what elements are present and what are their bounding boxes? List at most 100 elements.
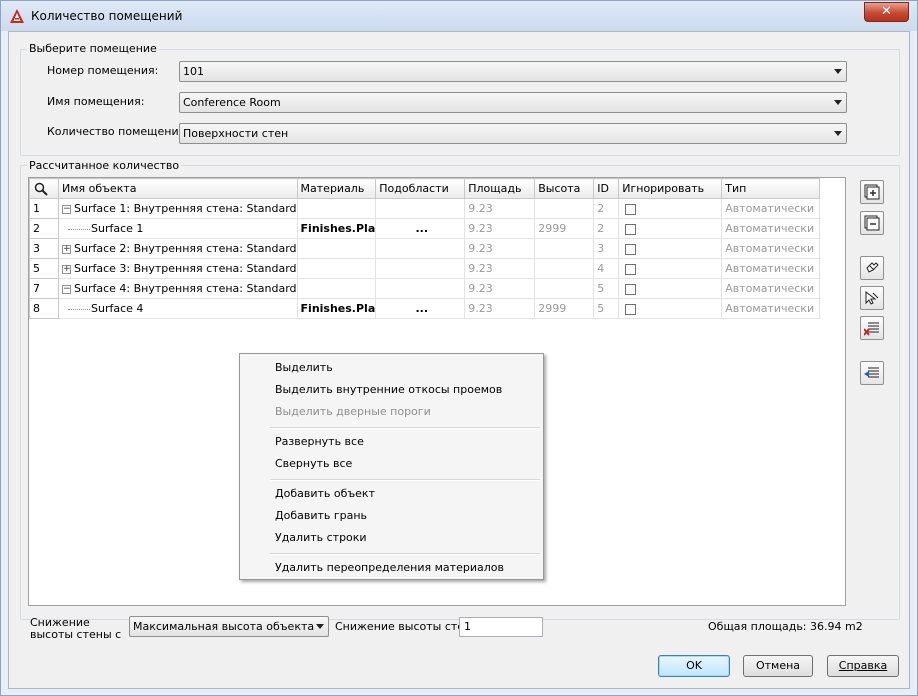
delete-rows-button[interactable] <box>860 316 884 340</box>
reduction-input[interactable]: 1 <box>459 617 543 637</box>
id-cell[interactable]: 5 <box>593 298 620 319</box>
room-number-combo[interactable]: 101 <box>179 61 847 82</box>
type-cell[interactable]: Автоматически <box>721 298 821 319</box>
remove-room-button[interactable] <box>860 211 884 235</box>
area-cell[interactable]: 9.23 <box>464 298 536 319</box>
col-header-area[interactable]: Площадь <box>464 178 536 199</box>
add-room-button[interactable] <box>860 180 884 204</box>
row-number[interactable]: 2 <box>29 218 59 239</box>
height-cell[interactable] <box>534 258 595 279</box>
col-header-subareas[interactable]: Подобласти <box>375 178 466 199</box>
menu-item-select-thresholds[interactable]: Выделить дверные пороги <box>275 405 431 418</box>
select-room-legend: Выберите помещение <box>27 42 159 55</box>
collapse-icon[interactable]: − <box>62 204 71 214</box>
wall-reduction-combo[interactable]: Максимальная высота объекта <box>129 616 329 637</box>
type-cell[interactable]: Автоматически <box>721 218 821 239</box>
area-cell[interactable]: 9.23 <box>464 218 536 239</box>
row-number[interactable]: 8 <box>29 298 59 319</box>
subareas-cell[interactable]: ... <box>375 218 466 239</box>
area-cell[interactable]: 9.23 <box>464 198 536 219</box>
material-cell[interactable] <box>296 198 377 219</box>
col-header-ignore[interactable]: Игнорировать <box>618 178 723 199</box>
ignore-checkbox[interactable] <box>625 243 637 255</box>
col-header-height[interactable]: Высота <box>534 178 595 199</box>
menu-item-select-jambs[interactable]: Выделить внутренние откосы проемов <box>275 383 502 396</box>
object-name-cell[interactable]: − Surface 4: Внутренняя стена: Standard <box>58 278 298 299</box>
menu-item-remove-material-overrides[interactable]: Удалить переопределения материалов <box>275 561 504 574</box>
area-cell[interactable]: 9.23 <box>464 258 536 279</box>
height-cell[interactable] <box>534 198 595 219</box>
subareas-cell[interactable] <box>375 238 466 259</box>
id-cell[interactable]: 2 <box>593 198 620 219</box>
table-row[interactable]: 8 Surface 4 Finishes.Pla... 9.23 2999 5 Автома… <box>29 298 821 319</box>
subareas-cell[interactable]: ... <box>375 298 466 319</box>
type-cell[interactable]: Автоматически <box>721 258 821 279</box>
room-qty-combo[interactable]: Поверхности стен <box>179 123 847 144</box>
material-cell[interactable] <box>296 278 377 299</box>
ignore-checkbox[interactable] <box>625 203 637 215</box>
menu-item-expand-all[interactable]: Развернуть все <box>275 435 364 448</box>
table-row[interactable]: 1− Surface 1: Внутренняя стена: Standard 9… <box>29 198 821 219</box>
subareas-cell[interactable] <box>375 278 466 299</box>
area-cell[interactable]: 9.23 <box>464 238 536 259</box>
expand-icon[interactable]: + <box>62 264 71 274</box>
menu-item-collapse-all[interactable]: Свернуть все <box>275 457 352 470</box>
object-name-cell[interactable]: − Surface 1: Внутренняя стена: Standard <box>58 198 298 219</box>
subareas-cell[interactable] <box>375 258 466 279</box>
import-list-button[interactable] <box>860 361 884 385</box>
col-header-object-name[interactable]: Имя объекта <box>58 178 298 199</box>
menu-item-add-object[interactable]: Добавить объект <box>275 487 375 500</box>
material-cell[interactable]: Finishes.Pla <box>296 298 377 319</box>
room-name-combo[interactable]: Conference Room <box>179 92 847 113</box>
table-header-row: Имя объекта Материаль Подобласти Площадь… <box>29 178 821 199</box>
material-cell[interactable] <box>296 238 377 259</box>
type-cell[interactable]: Автоматически <box>721 198 821 219</box>
object-name-cell[interactable]: Surface 4 <box>58 298 298 319</box>
row-number[interactable]: 1 <box>29 198 59 219</box>
menu-item-select[interactable]: Выделить <box>275 361 333 374</box>
type-cell[interactable]: Автоматически <box>721 238 821 259</box>
cancel-button[interactable]: Отмена <box>743 655 813 677</box>
table-row[interactable]: 2 Surface 1 Finishes.Pla... 9.23 2999 2 Автома… <box>29 218 821 239</box>
title-bar[interactable]: Количество помещений ✕ <box>1 1 917 31</box>
ignore-checkbox[interactable] <box>625 263 637 275</box>
pick-object-button[interactable] <box>860 286 884 310</box>
object-name-cell[interactable]: Surface 1 <box>58 218 298 239</box>
id-cell[interactable]: 3 <box>593 238 620 259</box>
id-cell[interactable]: 2 <box>593 218 620 239</box>
grid-search-header[interactable] <box>29 178 59 199</box>
expand-icon[interactable]: + <box>62 244 71 254</box>
object-name-cell[interactable]: + Surface 2: Внутренняя стена: Standard <box>58 238 298 259</box>
height-cell[interactable] <box>534 238 595 259</box>
row-number[interactable]: 5 <box>29 258 59 279</box>
object-name-cell[interactable]: + Surface 3: Внутренняя стена: Standard <box>58 258 298 279</box>
col-header-type[interactable]: Тип <box>721 178 821 199</box>
row-number[interactable]: 3 <box>29 238 59 259</box>
ok-button[interactable]: OK <box>658 655 730 677</box>
subareas-cell[interactable] <box>375 198 466 219</box>
type-cell[interactable]: Автоматически <box>721 278 821 299</box>
col-header-id[interactable]: ID <box>593 178 620 199</box>
col-header-material[interactable]: Материаль <box>296 178 377 199</box>
table-row[interactable]: 5 + Surface 3: Внутренняя стена: Standard 9… <box>29 258 821 279</box>
height-cell[interactable] <box>534 278 595 299</box>
id-cell[interactable]: 5 <box>593 278 620 299</box>
select-objects-button[interactable] <box>860 256 884 280</box>
area-cell[interactable]: 9.23 <box>464 278 536 299</box>
material-cell[interactable] <box>296 258 377 279</box>
table-row[interactable]: 3 + Surface 2: Внутренняя стена: Standard 9… <box>29 238 821 259</box>
height-cell[interactable]: 2999 <box>534 218 595 239</box>
help-button[interactable]: Справка <box>827 655 899 677</box>
ignore-checkbox[interactable] <box>625 303 637 315</box>
id-cell[interactable]: 4 <box>593 258 620 279</box>
table-row[interactable]: 7− Surface 4: Внутренняя стена: Standard 9… <box>29 278 821 299</box>
row-number[interactable]: 7 <box>29 278 59 299</box>
close-button[interactable]: ✕ <box>864 2 909 22</box>
collapse-icon[interactable]: − <box>62 284 71 294</box>
menu-item-delete-rows[interactable]: Удалить строки <box>275 531 367 544</box>
material-cell[interactable]: Finishes.Pla <box>296 218 377 239</box>
menu-item-add-face[interactable]: Добавить грань <box>275 509 367 522</box>
ignore-checkbox[interactable] <box>625 223 637 235</box>
ignore-checkbox[interactable] <box>625 283 637 295</box>
height-cell[interactable]: 2999 <box>534 298 595 319</box>
